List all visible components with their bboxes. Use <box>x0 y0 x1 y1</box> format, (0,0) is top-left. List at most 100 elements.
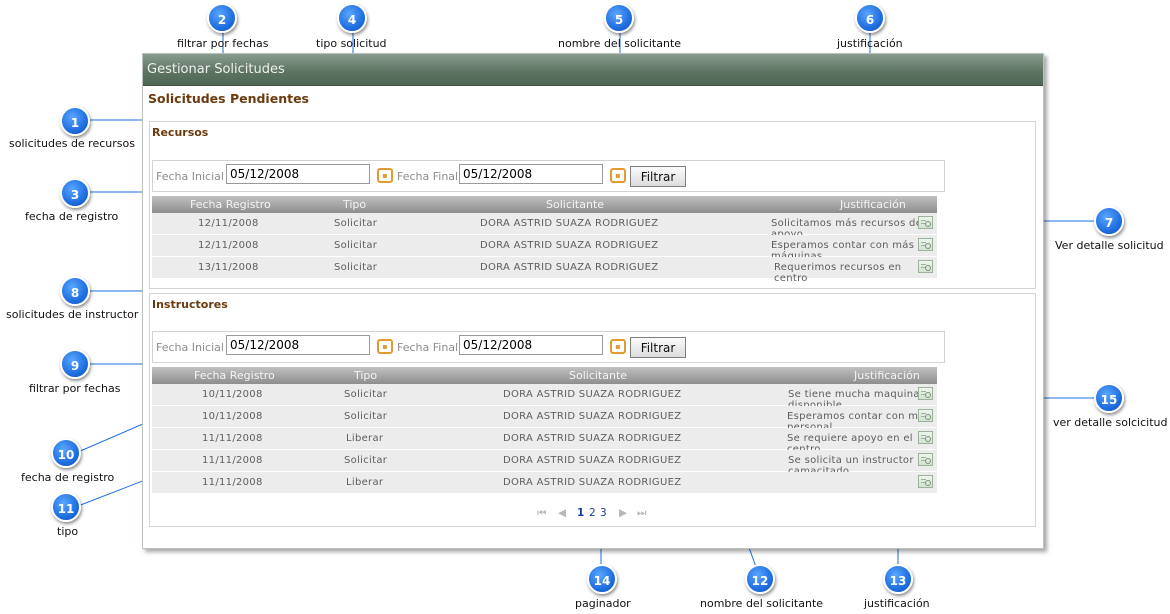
header-fecha-registro: Fecha Registro <box>190 198 271 211</box>
cell-tipo: Solicitar <box>344 389 388 400</box>
callout-label-3: fecha de registro <box>25 210 119 223</box>
header-solicitante: Solicitante <box>546 198 605 211</box>
cell-fecha: 10/11/2008 <box>202 389 263 400</box>
first-page-icon[interactable]: ⏮ <box>537 507 546 520</box>
cell-fecha: 11/11/2008 <box>202 433 263 444</box>
callout-label-14: paginador <box>575 597 631 610</box>
cell-solicitante: DORA ASTRID SUAZA RODRIGUEZ <box>503 433 682 444</box>
page-link-3[interactable]: 3 <box>600 507 607 519</box>
cell-solicitante: DORA ASTRID SUAZA RODRIGUEZ <box>503 389 682 400</box>
cell-fecha: 11/11/2008 <box>202 477 263 488</box>
cell-tipo: Solicitar <box>344 411 388 422</box>
header-justificacion: Justificación <box>854 369 920 382</box>
end-date-input[interactable] <box>459 335 603 355</box>
recursos-section-title: Recursos <box>152 126 209 139</box>
callout-label-11: tipo <box>57 525 79 538</box>
view-detail-icon[interactable] <box>918 453 933 466</box>
start-date-input[interactable] <box>226 335 370 355</box>
header-justificacion: Justificación <box>840 198 906 211</box>
end-date-label: Fecha Final <box>397 341 459 354</box>
filter-button[interactable]: Filtrar <box>630 166 686 187</box>
end-date-label: Fecha Final <box>397 170 459 183</box>
callout-marker-2: 2 <box>207 3 237 33</box>
callout-marker-8: 8 <box>60 276 90 306</box>
start-date-input[interactable] <box>226 164 370 184</box>
instructores-date-filter: Fecha Inicial ▪ Fecha Final ▪ Filtrar <box>152 331 945 363</box>
table-row[interactable]: 10/11/2008 Solicitar DORA ASTRID SUAZA R… <box>152 406 937 433</box>
callout-label-10: fecha de registro <box>21 471 115 484</box>
cell-tipo: Solicitar <box>344 455 388 466</box>
view-detail-icon[interactable] <box>918 387 933 400</box>
grid-header: Fecha Registro Tipo Solicitante Justific… <box>152 367 937 384</box>
last-page-icon[interactable]: ⏭ <box>637 507 646 520</box>
gestionar-solicitudes-window: Gestionar Solicitudes Solicitudes Pendie… <box>142 53 1044 549</box>
callout-marker-10: 10 <box>51 438 81 468</box>
cell-solicitante: DORA ASTRID SUAZA RODRIGUEZ <box>503 455 682 466</box>
header-fecha-registro: Fecha Registro <box>194 369 275 382</box>
cell-fecha: 12/11/2008 <box>198 218 259 229</box>
callout-label-2: filtrar por fechas <box>177 37 269 50</box>
table-row[interactable]: 11/11/2008 Solicitar DORA ASTRID SUAZA R… <box>152 450 937 477</box>
callout-label-13: justificación <box>864 597 930 610</box>
callout-label-6: justificación <box>837 37 903 50</box>
callout-marker-1: 1 <box>60 106 90 136</box>
start-date-label: Fecha Inicial <box>156 341 224 354</box>
callout-label-9: filtrar por fechas <box>29 382 121 395</box>
view-detail-icon[interactable] <box>918 475 933 488</box>
calendar-icon[interactable]: ▪ <box>610 339 626 354</box>
table-row[interactable]: 12/11/2008 Solicitar DORA ASTRID SUAZA R… <box>152 235 937 262</box>
next-page-icon[interactable]: ▶ <box>619 507 627 519</box>
cell-tipo: Solicitar <box>334 240 378 251</box>
view-detail-icon[interactable] <box>918 260 933 273</box>
view-detail-icon[interactable] <box>918 216 933 229</box>
cell-solicitante: DORA ASTRID SUAZA RODRIGUEZ <box>480 218 659 229</box>
cell-fecha: 12/11/2008 <box>198 240 259 251</box>
cell-tipo: Liberar <box>346 477 384 488</box>
callout-label-15: ver detalle solcicitud <box>1053 416 1168 429</box>
callout-marker-6: 6 <box>855 3 885 33</box>
window-title: Gestionar Solicitudes <box>143 54 1043 86</box>
callout-label-5: nombre del solicitante <box>558 37 682 50</box>
callout-marker-4: 4 <box>337 3 367 33</box>
view-detail-icon[interactable] <box>918 409 933 422</box>
callout-label-8: solicitudes de instructor <box>6 308 139 321</box>
header-solicitante: Solicitante <box>569 369 628 382</box>
cell-justificacion: Requerimos recursos en centro <box>774 262 902 284</box>
table-row[interactable]: 13/11/2008 Solicitar DORA ASTRID SUAZA R… <box>152 257 937 284</box>
callout-label-1: solicitudes de recursos <box>9 137 135 150</box>
cell-solicitante: DORA ASTRID SUAZA RODRIGUEZ <box>503 477 682 488</box>
grid-header: Fecha Registro Tipo Solicitante Justific… <box>152 196 937 213</box>
view-detail-icon[interactable] <box>918 431 933 444</box>
cell-fecha: 13/11/2008 <box>198 262 259 273</box>
cell-solicitante: DORA ASTRID SUAZA RODRIGUEZ <box>480 240 659 251</box>
cell-tipo: Liberar <box>346 433 384 444</box>
cell-fecha: 11/11/2008 <box>202 455 263 466</box>
start-date-label: Fecha Inicial <box>156 170 224 183</box>
callout-marker-12: 12 <box>745 564 775 594</box>
table-row[interactable]: 10/11/2008 Solicitar DORA ASTRID SUAZA R… <box>152 384 937 411</box>
cell-fecha: 10/11/2008 <box>202 411 263 422</box>
callout-marker-11: 11 <box>51 492 81 522</box>
header-tipo: Tipo <box>343 198 367 211</box>
instructores-section-title: Instructores <box>152 298 228 311</box>
callout-marker-15: 15 <box>1094 383 1124 413</box>
table-row[interactable]: 11/11/2008 Liberar DORA ASTRID SUAZA ROD… <box>152 428 937 455</box>
cell-tipo: Solicitar <box>334 262 378 273</box>
table-row[interactable]: 11/11/2008 Liberar DORA ASTRID SUAZA ROD… <box>152 472 937 494</box>
table-row[interactable]: 12/11/2008 Solicitar DORA ASTRID SUAZA R… <box>152 213 937 240</box>
recursos-section: Recursos Fecha Inicial ▪ Fecha Final ▪ F… <box>149 121 1036 289</box>
end-date-input[interactable] <box>459 164 603 184</box>
calendar-icon[interactable]: ▪ <box>610 168 626 183</box>
callout-marker-9: 9 <box>60 349 90 379</box>
calendar-icon[interactable]: ▪ <box>377 168 393 183</box>
page-link-2[interactable]: 2 <box>589 507 596 519</box>
callout-label-4: tipo solicitud <box>316 37 387 50</box>
filter-button[interactable]: Filtrar <box>630 337 686 358</box>
page-title: Solicitudes Pendientes <box>148 91 309 106</box>
page-link-1[interactable]: 1 <box>577 507 584 519</box>
view-detail-icon[interactable] <box>918 238 933 251</box>
calendar-icon[interactable]: ▪ <box>377 339 393 354</box>
instructores-section: Instructores Fecha Inicial ▪ Fecha Final… <box>149 293 1036 527</box>
recursos-date-filter: Fecha Inicial ▪ Fecha Final ▪ Filtrar <box>152 160 945 192</box>
prev-page-icon[interactable]: ◀ <box>558 507 566 519</box>
